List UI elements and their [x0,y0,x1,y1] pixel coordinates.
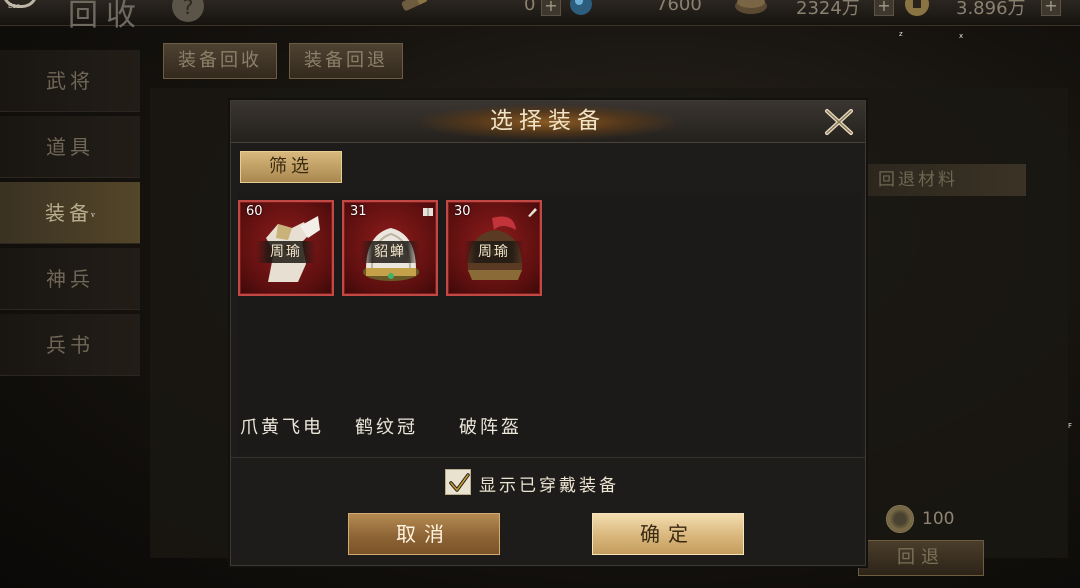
equipment-name: 鹤纹冠 [355,417,418,438]
close-icon [825,109,853,135]
sidebar-item-label: 兵书 [46,333,94,357]
resource-value-material: 0 [524,0,536,15]
select-equipment-dialog: 选择装备 筛选 60 周瑜 爪黄飞电 31 貂蝉 鹤纹冠 30 周瑜 破阵盔 显… [230,100,866,566]
item-owner-label: 貂蝉 [360,241,420,263]
help-button[interactable]: ? [172,0,204,22]
copper-coin-icon [905,0,929,16]
show-equipped-checkbox[interactable] [445,469,471,495]
rollback-materials-tab[interactable]: 回退材料 [866,164,1026,196]
resource-value-crystal: 7600 [656,0,702,15]
sidebar-item-generals[interactable]: 武将 [0,50,140,112]
overlay-mark-z: z [899,30,903,38]
equipment-name: 爪黄飞电 [240,417,324,438]
esc-label: Esc [8,2,20,10]
coin-icon [886,505,914,533]
sidebar-item-props[interactable]: 道具 [0,116,140,178]
dialog-title: 选择装备 [490,108,606,134]
close-button[interactable] [821,105,857,139]
item-level: 60 [246,204,263,219]
item-owner-label: 周瑜 [464,241,524,263]
sidebar-item-label: 武将 [46,69,94,93]
checkmark-icon [449,473,470,492]
overlay-mark-f: F [1068,422,1073,430]
active-mark: v [91,210,95,219]
item-owner-label: 周瑜 [256,241,316,263]
dialog-divider [231,457,865,458]
confirm-button[interactable]: 确定 [592,513,744,555]
sidebar-item-equipment[interactable]: 装备v [0,182,140,244]
sidebar-item-label: 神兵 [46,267,94,291]
scroll-item-icon [401,0,428,11]
equipment-card[interactable]: 60 周瑜 [238,200,334,296]
tab-equipment-recycle[interactable]: 装备回收 [163,43,277,79]
rollback-button[interactable]: 回退 [858,540,984,576]
dialog-header: 选择装备 [231,101,865,143]
book-icon [423,208,433,216]
page-title: 回收 [68,0,144,33]
item-level: 31 [350,204,367,219]
sidebar-item-divine-weapons[interactable]: 神兵 [0,248,140,310]
equipment-card[interactable]: 30 周瑜 [446,200,542,296]
item-level: 30 [454,204,471,219]
sidebar-item-label: 装备 [45,201,94,225]
equipment-card[interactable]: 31 貂蝉 [342,200,438,296]
add-copper-button[interactable]: + [1041,0,1061,16]
category-sidebar: 武将 道具 装备v 神兵 兵书 [0,50,140,390]
add-food-button[interactable]: + [874,0,894,16]
sidebar-item-label: 道具 [46,135,94,159]
food-icon [735,0,767,14]
cost-value: 100 [922,509,955,529]
overlay-mark-x: x [959,32,964,40]
resource-value-copper: 3.896万 [956,0,1026,19]
filter-button[interactable]: 筛选 [240,151,342,183]
equipment-name: 破阵盔 [459,417,522,438]
show-equipped-label: 显示已穿戴装备 [479,476,619,496]
sidebar-item-war-books[interactable]: 兵书 [0,314,140,376]
crystal-icon [570,0,592,15]
top-bar: Esc 回收 ? 0 + 7600 2324万 + 3.896万 + [0,0,1080,33]
brush-icon [528,208,537,217]
add-material-button[interactable]: + [541,0,561,16]
cancel-button[interactable]: 取消 [348,513,500,555]
tab-equipment-rollback[interactable]: 装备回退 [289,43,403,79]
resource-value-food: 2324万 [796,0,860,19]
